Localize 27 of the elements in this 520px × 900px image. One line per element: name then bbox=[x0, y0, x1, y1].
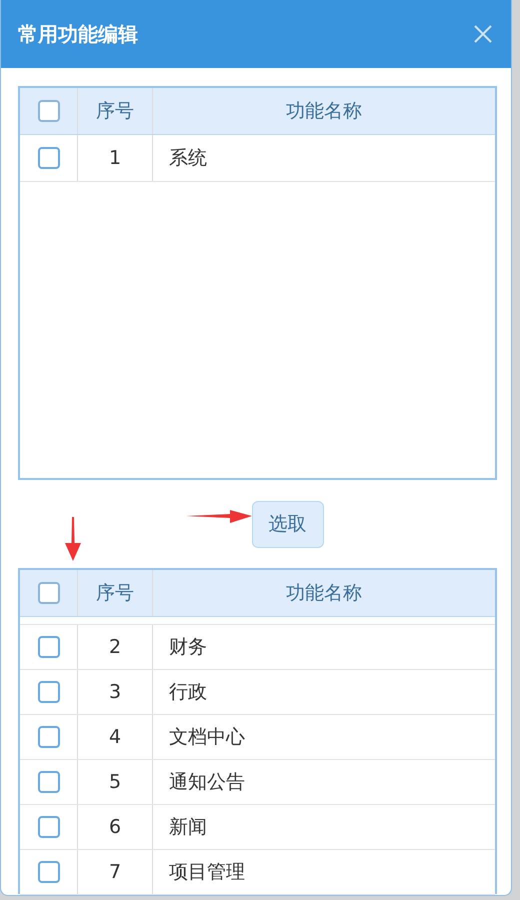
table-cell-text: 新闻 bbox=[168, 814, 208, 840]
table-cell-text: 通知公告 bbox=[168, 770, 246, 795]
table-cell: 7 bbox=[78, 850, 153, 894]
table-cell-text: 系统 bbox=[168, 146, 208, 171]
select-button[interactable]: 选取 bbox=[252, 500, 324, 548]
table-cell: 1 bbox=[78, 135, 153, 181]
column-header: 序号 bbox=[78, 88, 153, 134]
table-cell: 3 bbox=[78, 670, 153, 714]
table-row[interactable]: 1 系统 bbox=[20, 135, 495, 182]
table-row[interactable]: 6 新闻 bbox=[20, 805, 495, 850]
table-row[interactable]: 7 项目管理 bbox=[20, 850, 495, 895]
table-cell-text: 行政 bbox=[168, 680, 208, 705]
table-row[interactable]: 5 通知公告 bbox=[20, 760, 495, 805]
dialog-title: 常用功能编辑 bbox=[18, 21, 138, 48]
table-cell: 6 bbox=[78, 805, 153, 849]
column-header: 功能名称 bbox=[285, 98, 363, 124]
table-cell: 5 bbox=[78, 760, 153, 804]
table-cell: 4 bbox=[78, 715, 153, 759]
column-header: 序号 bbox=[78, 570, 153, 616]
table-row[interactable]: 3 行政 bbox=[20, 670, 495, 715]
table-row[interactable]: 2 财务 bbox=[20, 625, 495, 670]
table-cell: 2 bbox=[78, 625, 153, 669]
table-cell-text: 项目管理 bbox=[168, 860, 246, 885]
column-header: 功能名称 bbox=[285, 580, 363, 606]
table-row[interactable]: 4 文档中心 bbox=[20, 715, 495, 760]
table-cell-text: 财务 bbox=[168, 634, 208, 660]
table-cell-text: 文档中心 bbox=[168, 724, 246, 750]
